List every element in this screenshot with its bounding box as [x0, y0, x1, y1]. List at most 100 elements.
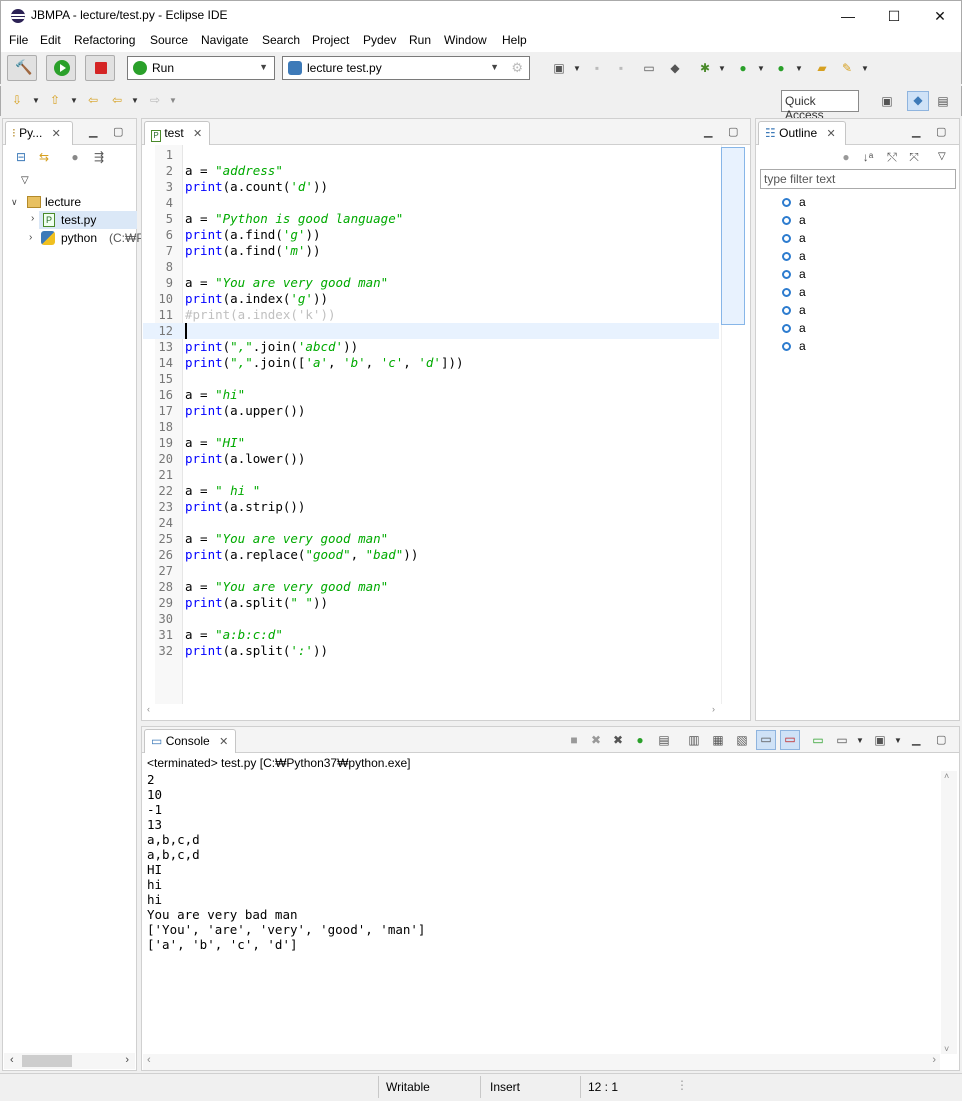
menu-file[interactable]: File — [9, 33, 28, 47]
explorer-hscrollbar[interactable]: ‹ › — [4, 1053, 135, 1069]
launch-target-combo[interactable]: lecture test.py ▼ ⚙ — [282, 56, 530, 80]
tab-test-py[interactable]: P test ✕ — [144, 121, 210, 145]
code-lines[interactable]: 12a = "address" 3 print(a.count('d')) 4 5 a =… — [143, 145, 719, 704]
quick-access-input[interactable]: Quick Access — [781, 90, 859, 122]
hide-fields-icon[interactable]: ● — [838, 149, 854, 165]
display-console-icon[interactable]: ▭ — [834, 732, 850, 748]
code-line[interactable]: 13 print(",".join('abcd')) — [143, 339, 719, 355]
code-line[interactable]: 24 — [143, 515, 719, 531]
code-line[interactable]: 17 print(a.upper()) — [143, 403, 719, 419]
menu-run[interactable]: Run — [409, 33, 431, 47]
code-line[interactable]: 2 a = "address" — [143, 163, 719, 179]
pydev-perspective-icon[interactable]: ◆ — [907, 91, 929, 111]
menu-refactoring[interactable]: Refactoring — [74, 33, 135, 47]
menu-search[interactable]: Search — [262, 33, 300, 47]
external-tools-icon[interactable]: ● — [773, 60, 789, 76]
chevron-left-icon[interactable]: ‹ — [147, 1054, 151, 1066]
outline-item[interactable]: a — [782, 229, 806, 247]
collapse-all-icon[interactable]: ⤲ — [884, 149, 900, 165]
open-folder-icon[interactable]: ▰ — [814, 60, 830, 76]
previous-annotation-icon[interactable]: ⇧ — [47, 92, 63, 108]
menu-window[interactable]: Window — [444, 33, 487, 47]
chevron-down-icon[interactable]: ▼ — [856, 736, 864, 745]
back-icon[interactable]: ⇦ — [109, 92, 125, 108]
chevron-right-icon[interactable]: › — [31, 213, 34, 224]
link-editor-icon[interactable]: ⇆ — [36, 149, 52, 165]
code-line[interactable]: 22 a = " hi " — [143, 483, 719, 499]
minimize-icon[interactable]: ▁ — [912, 733, 920, 746]
close-icon[interactable]: ✕ — [193, 128, 202, 140]
code-editor[interactable]: 12a = "address" 3 print(a.count('d')) 4 5 a =… — [143, 145, 749, 704]
outline-item[interactable]: a — [782, 247, 806, 265]
menu-edit[interactable]: Edit — [40, 33, 61, 47]
code-line[interactable]: 25 a = "You are very good man" — [143, 531, 719, 547]
outline-item[interactable]: a — [782, 283, 806, 301]
code-line[interactable]: 20 print(a.lower()) — [143, 451, 719, 467]
run-as-icon[interactable]: ● — [735, 60, 751, 76]
outline-item[interactable]: a — [782, 193, 806, 211]
code-line[interactable]: 4 — [143, 195, 719, 211]
chevron-down-icon[interactable]: ▼ — [795, 64, 803, 73]
outline-item[interactable]: a — [782, 337, 806, 355]
menu-help[interactable]: Help — [502, 33, 527, 47]
tab-console[interactable]: ▭ Console ✕ — [144, 729, 236, 753]
chevron-down-icon[interactable]: ▼ — [573, 64, 581, 73]
show-stdout-icon[interactable]: ▭ — [756, 730, 776, 750]
close-icon[interactable]: ✕ — [219, 736, 228, 748]
code-line[interactable]: 5 a = "Python is good language" — [143, 211, 719, 227]
close-icon[interactable]: ✕ — [52, 128, 61, 140]
customize-icon[interactable]: ⇶ — [91, 149, 107, 165]
minimize-icon[interactable]: ▁ — [89, 125, 97, 138]
scroll-lock-icon[interactable]: ▦ — [710, 732, 726, 748]
code-line[interactable]: 21 — [143, 467, 719, 483]
code-line[interactable]: 8 — [143, 259, 719, 275]
debug-perspective-icon[interactable]: ▤ — [935, 93, 951, 109]
code-line[interactable]: 12 — [143, 323, 719, 339]
console-list-icon[interactable]: ▤ — [656, 732, 672, 748]
menu-source[interactable]: Source — [150, 33, 188, 47]
next-annotation-icon[interactable]: ⇩ — [9, 92, 25, 108]
code-line[interactable]: 1 — [143, 147, 719, 163]
close-button[interactable]: ✕ — [917, 1, 962, 31]
outline-item[interactable]: a — [782, 301, 806, 319]
menu-pydev[interactable]: Pydev — [363, 33, 396, 47]
chevron-right-icon[interactable]: › — [932, 1054, 936, 1066]
maximize-icon[interactable]: ▢ — [728, 125, 738, 138]
chevron-down-icon[interactable]: ▼ — [32, 96, 40, 105]
code-line[interactable]: 30 — [143, 611, 719, 627]
console-view-icon[interactable]: ▭ — [641, 60, 657, 76]
chevron-up-icon[interactable]: ˄ — [944, 771, 949, 781]
outline-item[interactable]: a — [782, 265, 806, 283]
open-perspective-icon[interactable]: ▣ — [879, 93, 895, 109]
chevron-left-icon[interactable]: ‹ — [10, 1054, 14, 1066]
minimize-icon[interactable]: ▁ — [912, 125, 920, 138]
python-package-icon[interactable]: ◆ — [667, 60, 683, 76]
pin-console-icon[interactable]: ▭ — [810, 732, 826, 748]
code-line[interactable]: 18 — [143, 419, 719, 435]
code-line[interactable]: 6 print(a.find('g')) — [143, 227, 719, 243]
code-line[interactable]: 32 print(a.split(':')) — [143, 643, 719, 659]
collapse-all-icon[interactable]: ⊟ — [13, 149, 29, 165]
maximize-icon[interactable]: ▢ — [936, 733, 946, 746]
code-line[interactable]: 16 a = "hi" — [143, 387, 719, 403]
chevron-right-icon[interactable]: › — [125, 1054, 129, 1066]
chevron-down-icon[interactable]: ▼ — [861, 64, 869, 73]
chevron-down-icon[interactable]: ▼ — [131, 96, 139, 105]
relaunch-icon[interactable]: ● — [632, 732, 648, 748]
code-line[interactable]: 7 print(a.find('m')) — [143, 243, 719, 259]
show-stderr-icon[interactable]: ▭ — [780, 730, 800, 750]
code-line[interactable]: 10 print(a.index('g')) — [143, 291, 719, 307]
chevron-down-icon[interactable]: ▼ — [757, 64, 765, 73]
tab-pydev-explorer[interactable]: ⁝ Py... ✕ — [5, 121, 73, 145]
code-line[interactable]: 26 print(a.replace("good", "bad")) — [143, 547, 719, 563]
menu-project[interactable]: Project — [312, 33, 349, 47]
chevron-down-icon[interactable]: ˅ — [944, 1044, 949, 1054]
chevron-down-icon[interactable]: ▼ — [70, 96, 78, 105]
minimize-icon[interactable]: ▁ — [704, 125, 712, 138]
code-line[interactable]: 19 a = "HI" — [143, 435, 719, 451]
code-line[interactable]: 29 print(a.split(" ")) — [143, 595, 719, 611]
console-vscrollbar[interactable]: ˄ ˅ — [941, 771, 957, 1054]
chevron-down-icon[interactable]: ▼ — [169, 96, 177, 105]
outline-item[interactable]: a — [782, 319, 806, 337]
open-console-icon[interactable]: ▣ — [872, 732, 888, 748]
